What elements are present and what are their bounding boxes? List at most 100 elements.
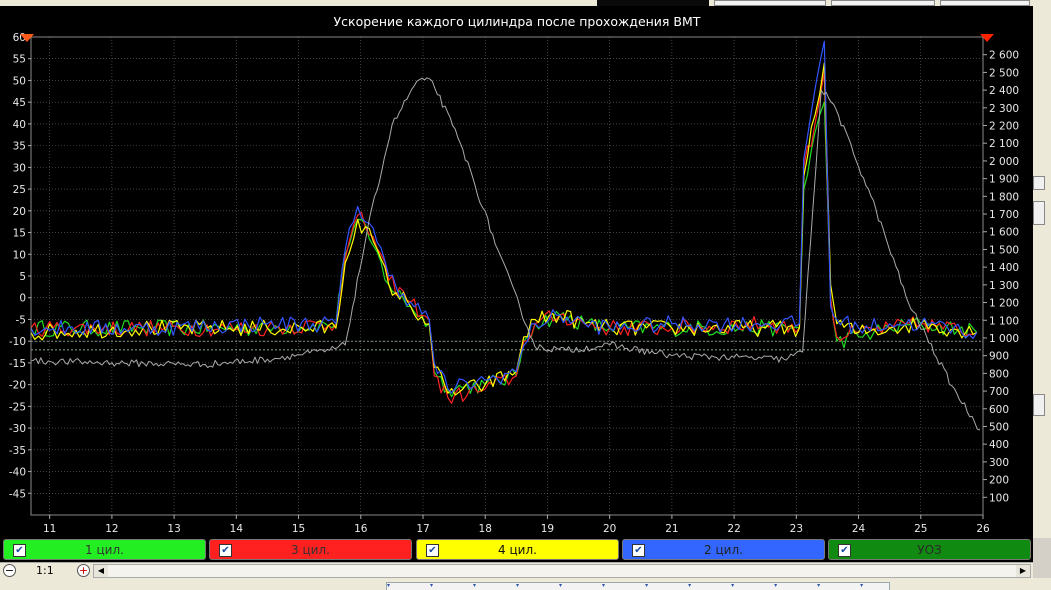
y-right-tick-label: 200 (989, 475, 1009, 487)
legend-item-4[interactable]: ✔ 2 цил. (622, 539, 825, 560)
scroll-left-icon[interactable]: ◀ (94, 565, 108, 577)
x-tick-label: 16 (354, 523, 368, 535)
y-left-tick-label: -40 (9, 467, 26, 479)
y-right-tick-label: 1 000 (989, 333, 1019, 345)
y-right-tick-label: 300 (989, 457, 1009, 469)
y-right-tick-label: 700 (989, 386, 1009, 398)
x-tick-label: 20 (603, 523, 616, 535)
y-right-tick-label: 2 600 (989, 50, 1019, 62)
y-right-tick-label: 1 400 (989, 262, 1019, 274)
legend-item-5[interactable]: ✔ УОЗ (828, 539, 1031, 560)
legend-item-3[interactable]: ✔ 4 цил. (416, 539, 619, 560)
y-left-tick-label: -20 (9, 380, 26, 392)
y-left-tick-label: -30 (9, 423, 26, 435)
y-left-tick-label: 45 (13, 97, 26, 109)
y-right-tick-label: 1 300 (989, 280, 1019, 292)
y-right-tick-label: 1 800 (989, 191, 1019, 203)
y-right-tick-label: 1 600 (989, 227, 1019, 239)
right-side-panel (1033, 6, 1051, 538)
chart-title: Ускорение каждого цилиндра после прохожд… (334, 14, 701, 29)
series-line-3 (30, 62, 978, 396)
x-tick-label: 14 (230, 523, 244, 535)
x-tick-label: 24 (852, 523, 866, 535)
legend-label: УОЗ (917, 543, 942, 557)
x-tick-label: 17 (416, 523, 429, 535)
y-left-tick-label: 15 (13, 228, 26, 240)
resize-grip[interactable]: ▾▾▾▾▾▾▾▾▾▾▾▾ (386, 582, 890, 590)
y-left-tick-label: 30 (13, 162, 26, 174)
legend-item-1[interactable]: ✔ 1 цил. (3, 539, 206, 560)
y-right-tick-label: 2 500 (989, 67, 1019, 79)
y-left-tick-label: -10 (9, 336, 26, 348)
y-left-tick-label: -45 (9, 488, 26, 500)
legend-label: 1 цил. (85, 543, 124, 557)
y-left-tick-label: 20 (13, 206, 26, 218)
legend-label: 4 цил. (498, 543, 537, 557)
y-left-tick-label: -25 (9, 401, 26, 413)
horizontal-scrollbar[interactable]: ◀ ▶ (93, 564, 1031, 578)
y-right-tick-label: 2 200 (989, 121, 1019, 133)
x-tick-label: 13 (167, 523, 180, 535)
y-right-tick-label: 2 300 (989, 103, 1019, 115)
y-right-tick-label: 2 000 (989, 156, 1019, 168)
x-tick-label: 11 (43, 523, 56, 535)
series-line-1 (30, 101, 978, 398)
x-tick-label: 12 (105, 523, 118, 535)
y-right-tick-label: 1 500 (989, 244, 1019, 256)
y-right-tick-label: 800 (989, 368, 1009, 380)
reference-lines (31, 340, 983, 351)
x-tick-label: 23 (790, 523, 803, 535)
y-right-tick-label: 1 200 (989, 298, 1019, 310)
series-line-2 (30, 71, 978, 404)
y-right-tick-label: 500 (989, 421, 1009, 433)
y-right-tick-label: 600 (989, 404, 1009, 416)
y-right-tick-label: 2 100 (989, 138, 1019, 150)
panel-button[interactable] (1033, 176, 1045, 190)
y-right-tick-label: 2 400 (989, 85, 1019, 97)
x-tick-label: 15 (292, 523, 305, 535)
y-left-tick-label: 25 (13, 184, 26, 196)
y-right-tick-label: 1 900 (989, 174, 1019, 186)
right-cursor-marker[interactable] (980, 34, 994, 42)
y-left-tick-label: 10 (13, 249, 26, 261)
zoom-out-icon[interactable]: − (3, 564, 16, 577)
legend-label: 2 цил. (704, 543, 743, 557)
grid (31, 36, 984, 515)
x-tick-label: 19 (541, 523, 554, 535)
x-tick-label: 25 (914, 523, 927, 535)
y-left-tick-label: 50 (13, 75, 26, 87)
y-right-tick-label: 900 (989, 351, 1009, 363)
series-layer (30, 40, 981, 431)
panel-button[interactable] (1033, 201, 1045, 225)
x-tick-label: 26 (976, 523, 990, 535)
x-tick-label: 21 (665, 523, 678, 535)
x-tick-label: 18 (479, 523, 492, 535)
y-right-tick-label: 1 700 (989, 209, 1019, 221)
panel-button[interactable] (1033, 394, 1045, 416)
series-line-4 (30, 40, 978, 394)
chart-panel: 60 55 50 45 40 35 30 25 20 15 10 5 0 -5 -10 -15 -20 -25 -3… (0, 6, 1033, 538)
zoom-level: 1:1 (36, 564, 54, 577)
y-right-tick-label: 1 100 (989, 315, 1019, 327)
acceleration-chart: 605550454035302520151050-5-10-15-20-25-3… (9, 14, 1019, 535)
y-right-tick-label: 100 (989, 492, 1009, 504)
y-left-tick-label: 35 (13, 141, 26, 153)
y-left-tick-label: 5 (19, 271, 26, 283)
x-tick-label: 22 (727, 523, 740, 535)
plot-frame (30, 36, 984, 516)
scroll-right-icon[interactable]: ▶ (1016, 565, 1030, 577)
y-left-tick-label: 55 (13, 54, 26, 66)
y-left-tick-label: 40 (13, 119, 26, 131)
y-left-tick-label: -15 (9, 358, 26, 370)
axes: 605550454035302520151050-5-10-15-20-25-3… (9, 32, 1019, 535)
legend-item-2[interactable]: ✔ 3 цил. (209, 539, 412, 560)
y-left-tick-label: 0 (19, 293, 26, 305)
y-left-tick-label: -5 (16, 314, 26, 326)
legend-label: 3 цил. (291, 543, 330, 557)
zoom-bar: − 1:1 + ◀ ▶ (0, 562, 1033, 579)
zoom-in-icon[interactable]: + (77, 564, 90, 577)
y-right-tick-label: 400 (989, 439, 1009, 451)
y-left-tick-label: -35 (9, 445, 26, 457)
legend-bar: ✔ 1 цил. ✔ 3 цил. ✔ 4 цил. ✔ 2 цил. ✔ УОЗ (0, 538, 1033, 562)
footer-strip: ▾▾▾▾▾▾▾▾▾▾▾▾ (0, 578, 1051, 590)
